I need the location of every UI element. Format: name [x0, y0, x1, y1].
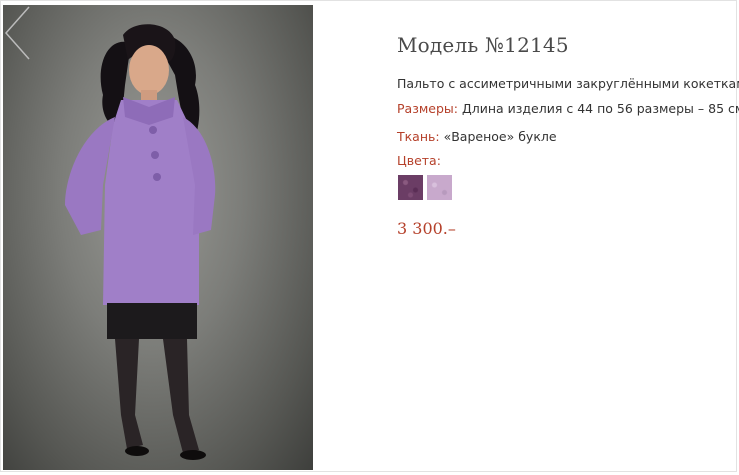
sizes-row: Размеры: Длина изделия с 44 по 56 размер… — [397, 101, 739, 116]
colors-label: Цвета: — [397, 153, 441, 168]
fabric-value: «Вареное» букле — [439, 129, 557, 144]
chevron-left-icon[interactable] — [3, 5, 33, 61]
product-photo[interactable] — [3, 5, 313, 470]
fabric-label: Ткань: — [397, 129, 440, 144]
product-price: 3 300.– — [397, 219, 456, 238]
color-swatches — [398, 175, 452, 200]
model-illustration — [65, 24, 216, 460]
color-swatch-dark-purple[interactable] — [398, 175, 423, 200]
product-title: Модель №12145 — [397, 33, 569, 57]
product-description: Пальто с ассиметричными закруглёнными ко… — [397, 76, 739, 91]
fabric-row: Ткань: «Вареное» букле — [397, 129, 557, 144]
colors-row: Цвета: — [397, 153, 441, 168]
color-swatch-light-lilac[interactable] — [427, 175, 452, 200]
sizes-label: Размеры: — [397, 101, 458, 116]
sizes-value: Длина изделия с 44 по 56 размеры – 85 см… — [457, 101, 739, 116]
